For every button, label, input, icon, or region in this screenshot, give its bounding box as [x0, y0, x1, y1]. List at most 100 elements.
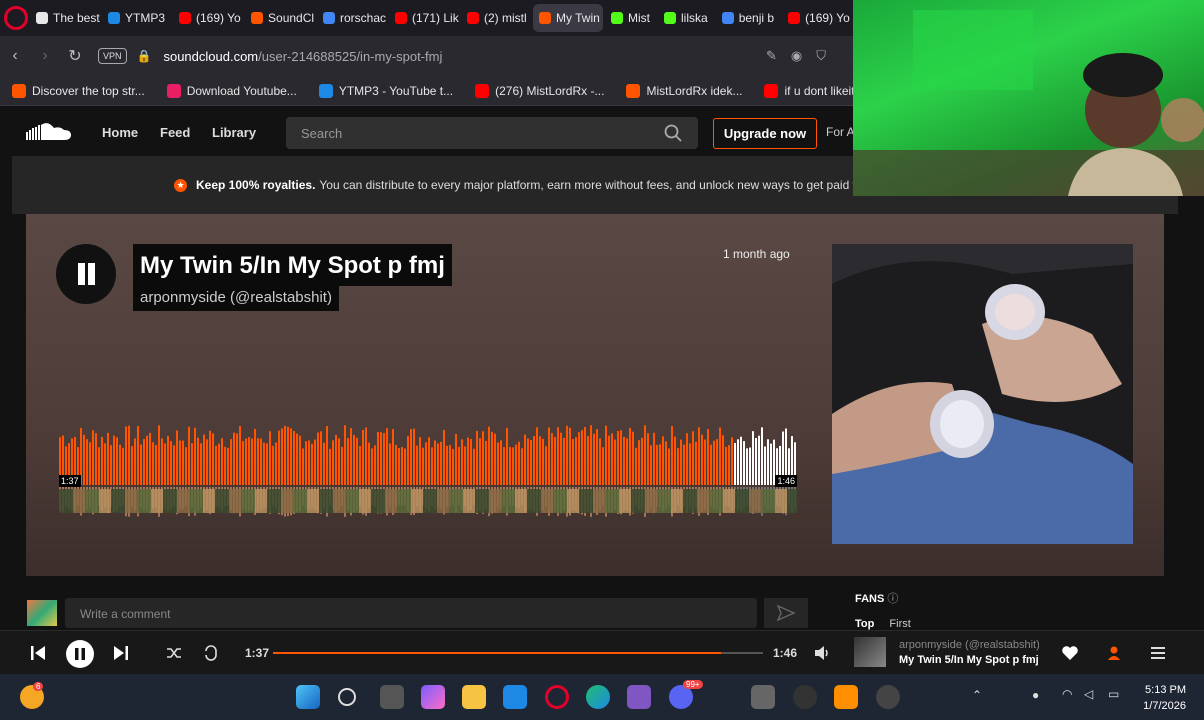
outlook-icon[interactable] [503, 685, 527, 709]
camera-icon[interactable]: ◉ [791, 48, 802, 64]
opera-logo-icon[interactable] [4, 6, 28, 30]
forward-icon[interactable]: › [30, 47, 60, 65]
progress-bar[interactable] [273, 652, 763, 654]
send-comment-button[interactable] [764, 598, 808, 628]
browser-tab[interactable]: The best [30, 4, 100, 32]
pause-button[interactable] [56, 244, 116, 304]
app-icon[interactable] [834, 685, 858, 709]
vpn-badge[interactable]: VPN [98, 48, 127, 64]
browser-tab[interactable]: My Twin [533, 4, 604, 32]
shuffle-icon[interactable] [164, 643, 184, 663]
now-playing-artwork[interactable] [854, 637, 886, 667]
waveform-bar [152, 442, 154, 485]
nav-feed[interactable]: Feed [160, 125, 190, 140]
browser-tab[interactable]: (2) mistl [461, 4, 531, 32]
now-playing-artist[interactable]: arponmyside (@realstabshit) [899, 639, 1039, 651]
fans-tab-first[interactable]: First [889, 618, 910, 630]
previous-icon[interactable] [28, 643, 48, 663]
pause-icon[interactable] [65, 639, 95, 669]
waveform[interactable]: 1:37 1:46 [59, 419, 797, 519]
windows-start-icon[interactable] [296, 685, 320, 709]
opera-taskbar-icon[interactable] [545, 685, 569, 709]
waveform-bar [467, 437, 469, 485]
copilot-icon[interactable] [421, 685, 445, 709]
waveform-bar [233, 432, 235, 485]
waveform-bar [707, 429, 709, 485]
url-field[interactable]: soundcloud.com/user-214688525/in-my-spot… [163, 49, 442, 64]
waveform-bar [257, 438, 259, 485]
queue-icon[interactable] [1148, 643, 1168, 663]
browser-tab[interactable]: (171) Lik [389, 4, 459, 32]
nav-home[interactable]: Home [102, 125, 138, 140]
bookmark-item[interactable]: Discover the top str... [12, 83, 145, 98]
waveform-bar [530, 439, 532, 485]
shield-icon[interactable]: ⛉ [816, 48, 826, 64]
bookmark-item[interactable]: (276) MistLordRx -... [475, 83, 604, 98]
task-view-icon[interactable] [380, 685, 404, 709]
browser-tab[interactable]: Mist [605, 4, 656, 32]
tab-favicon-icon [611, 12, 624, 24]
waveform-bar [365, 427, 367, 485]
nav-library[interactable]: Library [212, 125, 256, 140]
search-input[interactable]: Search [286, 117, 698, 149]
steam-icon[interactable] [793, 685, 817, 709]
battery-icon[interactable]: ▭ [1108, 687, 1119, 701]
waveform-bar [104, 443, 106, 485]
back-icon[interactable]: ‹ [0, 47, 30, 65]
browser-tab[interactable]: rorschac [317, 4, 387, 32]
waveform-bar [395, 444, 397, 485]
camera-app-icon[interactable] [751, 685, 775, 709]
waveform-bar [632, 431, 634, 485]
system-clock[interactable]: 5:13 PM 1/7/2026 [1143, 682, 1186, 714]
browser-tab[interactable]: lilska [658, 4, 714, 32]
lock-icon[interactable]: 🔒 [137, 49, 152, 63]
track-hero: My Twin 5/In My Spot p fmj arponmyside (… [26, 214, 1164, 576]
bookmark-item[interactable]: MistLordRx idek... [626, 83, 742, 98]
waveform-bar [239, 426, 241, 485]
waveform-bar [434, 440, 436, 485]
waveform-bar [764, 446, 766, 485]
repeat-icon[interactable] [201, 643, 221, 663]
artwork-image [832, 244, 1133, 544]
edit-icon[interactable]: ✎ [766, 48, 777, 64]
browser-tab[interactable]: SoundCl [245, 4, 315, 32]
fans-label: FANS [855, 593, 885, 605]
search-taskbar-icon[interactable] [338, 688, 356, 706]
speaker-icon[interactable]: ◁ [1084, 687, 1093, 701]
volume-icon[interactable] [812, 643, 832, 663]
track-artwork[interactable] [832, 244, 1133, 544]
browser-tab[interactable]: (169) Yo [782, 4, 852, 32]
microphone-icon[interactable]: ● [1032, 688, 1039, 702]
soundcloud-logo-icon[interactable] [26, 122, 72, 142]
waveform-bar [131, 446, 133, 485]
waveform-bar [551, 433, 553, 485]
fans-tab-top[interactable]: Top [855, 618, 874, 630]
wifi-icon[interactable]: ◠ [1062, 687, 1072, 701]
browser-tab[interactable]: (169) Yo [173, 4, 243, 32]
waveform-bar [698, 427, 700, 485]
browser-tab[interactable]: benji b [716, 4, 780, 32]
next-icon[interactable] [111, 643, 131, 663]
webcam-overlay [853, 0, 1204, 196]
media-app-icon[interactable] [627, 685, 651, 709]
waveform-bar [497, 442, 499, 485]
follow-icon[interactable] [1105, 643, 1125, 663]
bookmark-item[interactable]: Download Youtube... [166, 83, 297, 98]
info-icon[interactable]: ⓘ [887, 593, 898, 605]
now-playing-title[interactable]: My Twin 5/In My Spot p fmj [899, 654, 1039, 666]
like-icon[interactable] [1060, 643, 1080, 663]
search-icon[interactable] [664, 124, 682, 142]
browser-tab[interactable]: YTMP3 [102, 4, 171, 32]
track-artist[interactable]: arponmyside (@realstabshit) [133, 286, 339, 311]
bookmark-item[interactable]: YTMP3 - YouTube t... [318, 83, 453, 98]
waveform-bar [743, 441, 745, 485]
waveform-bar [692, 431, 694, 485]
media-player-icon[interactable] [876, 685, 900, 709]
edge-icon[interactable] [586, 685, 610, 709]
comment-input[interactable]: Write a comment [65, 598, 757, 628]
waveform-bar [518, 441, 520, 485]
tray-chevron-icon[interactable]: ⌃ [972, 688, 982, 702]
upgrade-button[interactable]: Upgrade now [713, 118, 817, 149]
reload-icon[interactable]: ↻ [60, 46, 90, 66]
file-explorer-icon[interactable] [462, 685, 486, 709]
